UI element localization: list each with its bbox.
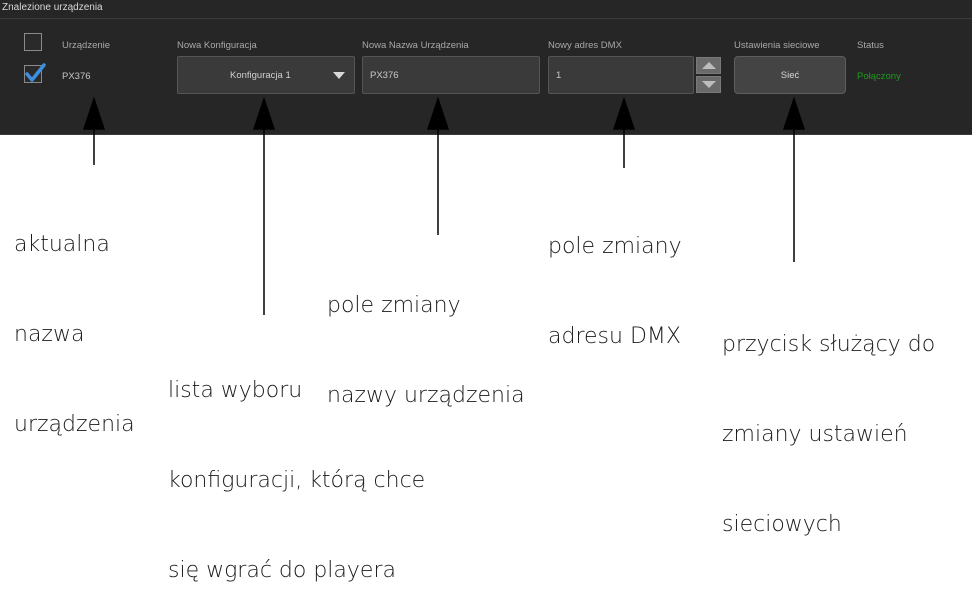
annotation-line: aktualna [14, 232, 110, 257]
arrow-config-list [252, 96, 276, 130]
annotation-line: lista wyboru [168, 378, 303, 403]
annotation-line: zmiany ustawień [722, 422, 908, 447]
annotation-line: konfiguracji, którą chce [168, 468, 426, 493]
annotation-network-button: przycisk służący do zmiany ustawień siec… [722, 270, 935, 570]
annotation-line: pole zmiany [548, 234, 682, 259]
annotation-line: adresu DMX [548, 324, 681, 349]
annotation-line: sieciowych [722, 512, 842, 537]
arrow-dmx-field [612, 96, 636, 130]
annotation-line: urządzenia [14, 412, 135, 437]
annotation-line: przycisk służący do [722, 332, 936, 357]
annotation-line: nazwa [14, 322, 85, 347]
annotation-config-list: lista wyboru konfiguracji, którą chce si… [168, 316, 425, 616]
arrow-device-name [82, 96, 106, 130]
annotation-device-name: aktualna nazwa urządzenia [14, 170, 135, 470]
arrow-network-button [782, 96, 806, 130]
annotation-line: się wgrać do playera [168, 558, 396, 583]
annotation-dmx-field: pole zmiany adresu DMX [548, 172, 682, 382]
arrow-name-field [426, 96, 450, 130]
